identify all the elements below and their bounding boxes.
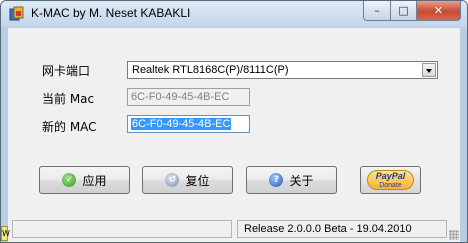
check-icon: ✓: [62, 173, 77, 187]
status-bar: Release 2.0.0.0 Beta - 19.04.2010: [8, 218, 460, 242]
status-panel-empty: [12, 220, 232, 238]
reset-button[interactable]: ↺ 复位: [142, 166, 233, 194]
new-mac-selected-text: 6C-F0-49-45-4B-EC: [131, 118, 232, 130]
new-mac-input[interactable]: 6C-F0-49-45-4B-EC: [127, 115, 250, 133]
adapter-select-value: Realtek RTL8168C(P)/8111C(P): [132, 64, 289, 76]
title-bar[interactable]: K-MAC by M. Neset KABAKLI – □ ✕: [1, 1, 467, 27]
adapter-select[interactable]: Realtek RTL8168C(P)/8111C(P): [127, 61, 438, 79]
current-mac-field: 6C-F0-49-45-4B-EC: [127, 88, 250, 106]
corner-badge: W: [1, 226, 10, 241]
client-area: 网卡端口 Realtek RTL8168C(P)/8111C(P) 当前 Mac…: [8, 28, 460, 242]
app-icon: [9, 6, 24, 21]
current-mac-label: 当前 Mac: [42, 92, 95, 106]
reset-icon: ↺: [165, 173, 180, 187]
maximize-button[interactable]: □: [391, 1, 417, 21]
maximize-icon: □: [398, 4, 409, 17]
info-icon: ?: [269, 173, 284, 187]
reset-button-label: 复位: [185, 173, 210, 188]
paypal-donate-button[interactable]: PayPal Donate: [360, 166, 421, 194]
paypal-logo: PayPal Donate: [367, 170, 414, 190]
window-title: K-MAC by M. Neset KABAKLI: [31, 6, 191, 20]
resize-grip-icon[interactable]: [449, 230, 459, 240]
apply-button-label: 应用: [82, 173, 107, 188]
close-button[interactable]: ✕: [417, 1, 461, 21]
paypal-donate-text: Donate: [379, 182, 402, 189]
app-window: K-MAC by M. Neset KABAKLI – □ ✕ 网卡端口 Rea…: [0, 0, 468, 243]
about-button-label: 关于: [289, 173, 314, 188]
apply-button[interactable]: ✓ 应用: [39, 166, 130, 194]
caption-buttons: – □ ✕: [363, 1, 461, 21]
minimize-button[interactable]: –: [363, 1, 391, 21]
status-release-text: Release 2.0.0.0 Beta - 19.04.2010: [237, 220, 447, 238]
chevron-down-icon[interactable]: [422, 63, 436, 77]
adapter-label: 网卡端口: [42, 64, 91, 78]
minimize-icon: –: [374, 4, 380, 17]
new-mac-label: 新的 MAC: [42, 120, 97, 134]
paypal-logo-text: PayPal: [375, 171, 406, 181]
about-button[interactable]: ? 关于: [246, 166, 337, 194]
close-icon: ✕: [433, 4, 444, 17]
